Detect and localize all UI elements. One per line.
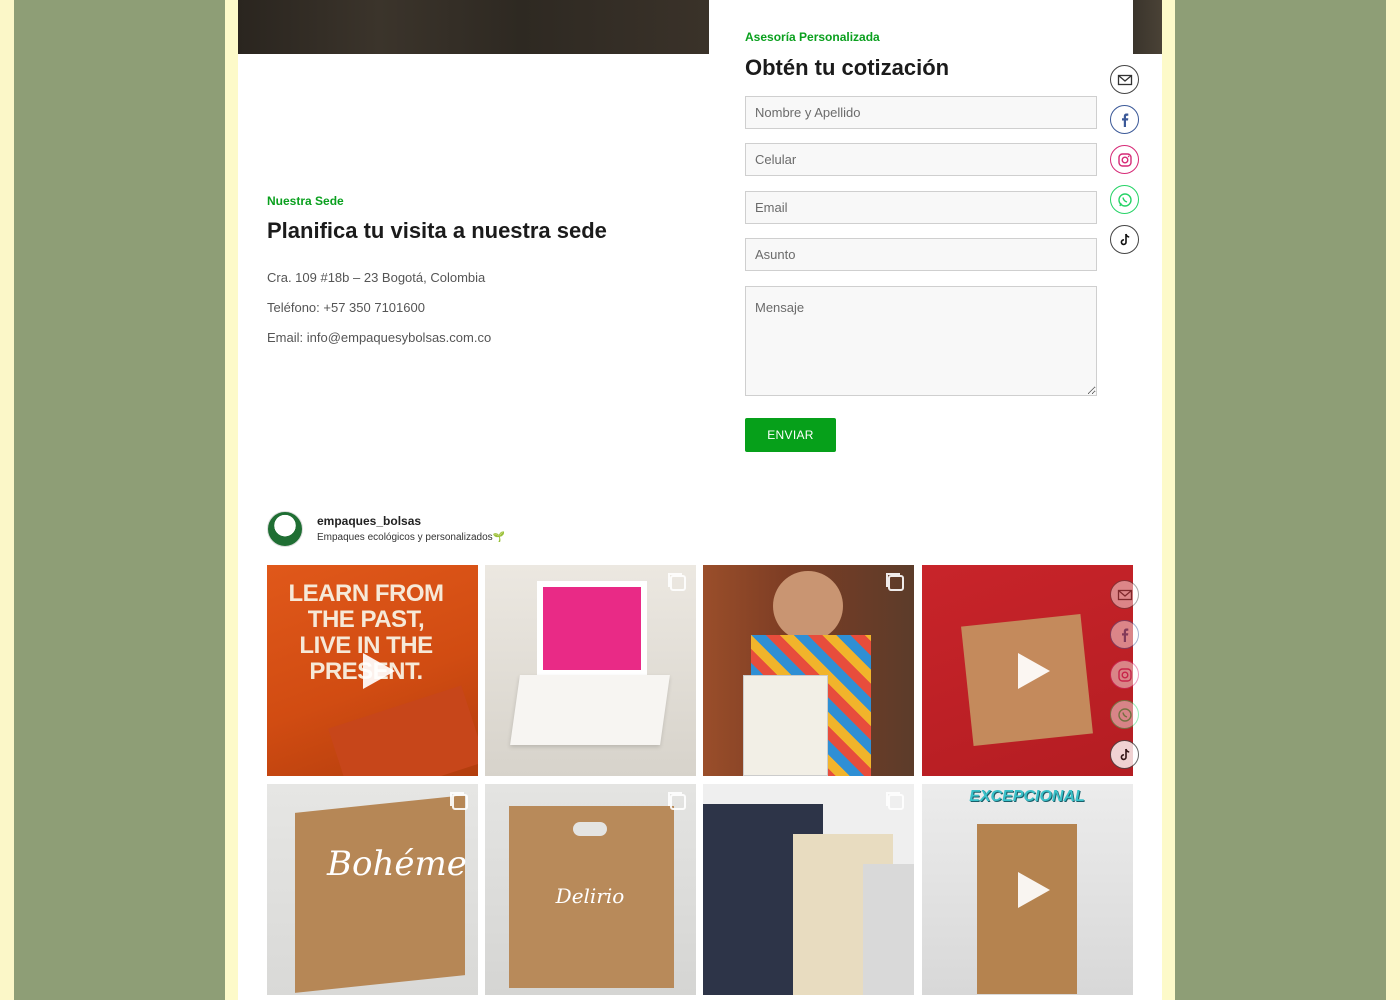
instagram-avatar[interactable] <box>267 511 303 547</box>
subject-field[interactable] <box>745 238 1097 271</box>
instagram-post[interactable] <box>485 565 696 776</box>
instagram-post[interactable]: Delirio <box>485 784 696 995</box>
contact-email: Email: info@empaquesybolsas.com.co <box>267 330 492 345</box>
carousel-icon <box>888 794 904 810</box>
kraft-box <box>295 795 465 993</box>
card-shape <box>328 685 478 776</box>
instagram-bio: Empaques ecológicos y personalizados🌱 <box>317 532 506 543</box>
whatsapp-icon[interactable] <box>1110 700 1139 729</box>
left-edge-strip <box>0 0 14 1000</box>
right-edge-strip <box>1386 0 1400 1000</box>
instagram-post[interactable] <box>922 565 1133 776</box>
carousel-icon <box>670 575 686 591</box>
pink-box-lid <box>537 581 647 676</box>
mail-icon[interactable] <box>1110 65 1139 94</box>
kraft-box <box>977 824 1077 994</box>
play-icon <box>1017 652 1050 689</box>
carousel-icon <box>452 794 468 810</box>
tiktok-icon[interactable] <box>1110 740 1139 769</box>
post-caption: Bohéme <box>327 844 467 884</box>
header-photo <box>238 0 709 54</box>
instagram-post[interactable]: Bohéme <box>267 784 478 995</box>
facebook-icon[interactable] <box>1110 105 1139 134</box>
instagram-icon[interactable] <box>1110 145 1139 174</box>
play-icon <box>1017 871 1050 908</box>
instagram-post[interactable] <box>703 784 914 995</box>
carousel-icon <box>670 794 686 810</box>
tote-bag <box>743 675 828 776</box>
send-button[interactable]: ENVIAR <box>745 418 836 452</box>
post-caption: Delirio <box>555 884 625 908</box>
white-box <box>510 675 670 745</box>
facebook-icon[interactable] <box>1110 620 1139 649</box>
tiktok-icon[interactable] <box>1110 225 1139 254</box>
quote-title: Obtén tu cotización <box>745 55 950 80</box>
instagram-post[interactable] <box>703 565 914 776</box>
contact-phone: Teléfono: +57 350 7101600 <box>267 300 425 315</box>
gray-bag <box>863 864 914 995</box>
post-caption: EXCEPCIONAL <box>969 788 1085 805</box>
contact-title: Planifica tu visita a nuestra sede <box>267 218 607 243</box>
header-photo-edge <box>1133 0 1162 54</box>
carousel-icon <box>888 575 904 591</box>
instagram-username[interactable]: empaques_bolsas <box>317 514 421 528</box>
contact-eyebrow: Nuestra Sede <box>267 194 344 208</box>
phone-field[interactable] <box>745 143 1097 176</box>
bag-handle-hole <box>573 822 607 836</box>
page-content: Nuestra Sede Planifica tu visita a nuest… <box>238 0 1162 1000</box>
contact-address: Cra. 109 #18b – 23 Bogotá, Colombia <box>267 270 486 285</box>
email-field[interactable] <box>745 191 1097 224</box>
message-field[interactable] <box>745 286 1097 396</box>
play-icon <box>362 652 395 689</box>
whatsapp-icon[interactable] <box>1110 185 1139 214</box>
name-field[interactable] <box>745 96 1097 129</box>
instagram-icon[interactable] <box>1110 660 1139 689</box>
instagram-post[interactable]: EXCEPCIONAL <box>922 784 1133 995</box>
mail-icon[interactable] <box>1110 580 1139 609</box>
person-face <box>773 571 843 641</box>
quote-eyebrow: Asesoría Personalizada <box>745 30 880 44</box>
instagram-post[interactable]: LEARN FROM THE PAST, LIVE IN THE PRESENT… <box>267 565 478 776</box>
